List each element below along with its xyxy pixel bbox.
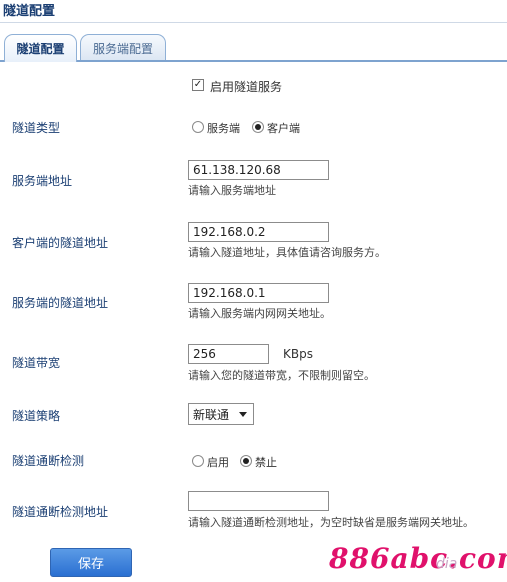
server-address-input[interactable]: [188, 160, 329, 180]
page-title: 隧道配置: [3, 4, 56, 19]
detection-label: 隧道通断检测: [12, 454, 85, 468]
watermark-tail: dia: [436, 556, 458, 572]
tunnel-type-server-radio[interactable]: [192, 121, 204, 133]
bandwidth-unit: KBps: [283, 347, 313, 361]
save-button[interactable]: 保存: [50, 548, 132, 577]
tab-tunnel-config[interactable]: 隧道配置: [4, 34, 77, 62]
tunnel-type-label: 隧道类型: [12, 121, 61, 135]
server-address-hint: 请输入服务端地址: [188, 184, 276, 197]
detection-enable-radio[interactable]: [192, 455, 204, 467]
server-tunnel-address-hint: 请输入服务端内网网关地址。: [188, 307, 331, 320]
client-tunnel-address-hint: 请输入隧道地址，具体值请咨询服务方。: [188, 246, 386, 259]
detection-address-input[interactable]: [188, 491, 329, 511]
enable-tunnel-label: 启用隧道服务: [210, 80, 283, 94]
title-divider: [0, 22, 507, 23]
server-address-label: 服务端地址: [12, 174, 73, 188]
enable-tunnel-checkbox[interactable]: ✓: [192, 79, 204, 91]
strategy-select[interactable]: 新联通: [188, 403, 254, 425]
detection-enable-label: 启用: [207, 456, 229, 469]
tab-bar: 隧道配置 服务端配置: [0, 34, 507, 62]
strategy-label: 隧道策略: [12, 409, 61, 423]
bandwidth-label: 隧道带宽: [12, 356, 61, 370]
detection-disable-radio[interactable]: [240, 455, 252, 467]
chevron-down-icon: [239, 412, 247, 417]
tunnel-type-server-label: 服务端: [207, 122, 240, 135]
detection-address-hint: 请输入隧道通断检测地址，为空时缺省是服务端网关地址。: [188, 516, 474, 529]
watermark-text: 886abc.com: [329, 542, 507, 575]
detection-disable-label: 禁止: [255, 456, 277, 469]
bandwidth-hint: 请输入您的隧道带宽，不限制则留空。: [188, 369, 375, 382]
server-tunnel-address-label: 服务端的隧道地址: [12, 296, 109, 310]
server-tunnel-address-input[interactable]: [188, 283, 329, 303]
tab-server-config[interactable]: 服务端配置: [80, 34, 166, 61]
tunnel-type-client-radio[interactable]: [252, 121, 264, 133]
bandwidth-input[interactable]: [188, 344, 269, 364]
tunnel-type-client-label: 客户端: [267, 122, 300, 135]
client-tunnel-address-label: 客户端的隧道地址: [12, 236, 109, 250]
client-tunnel-address-input[interactable]: [188, 222, 329, 242]
strategy-select-value: 新联通: [193, 407, 230, 422]
detection-address-label: 隧道通断检测地址: [12, 505, 109, 519]
